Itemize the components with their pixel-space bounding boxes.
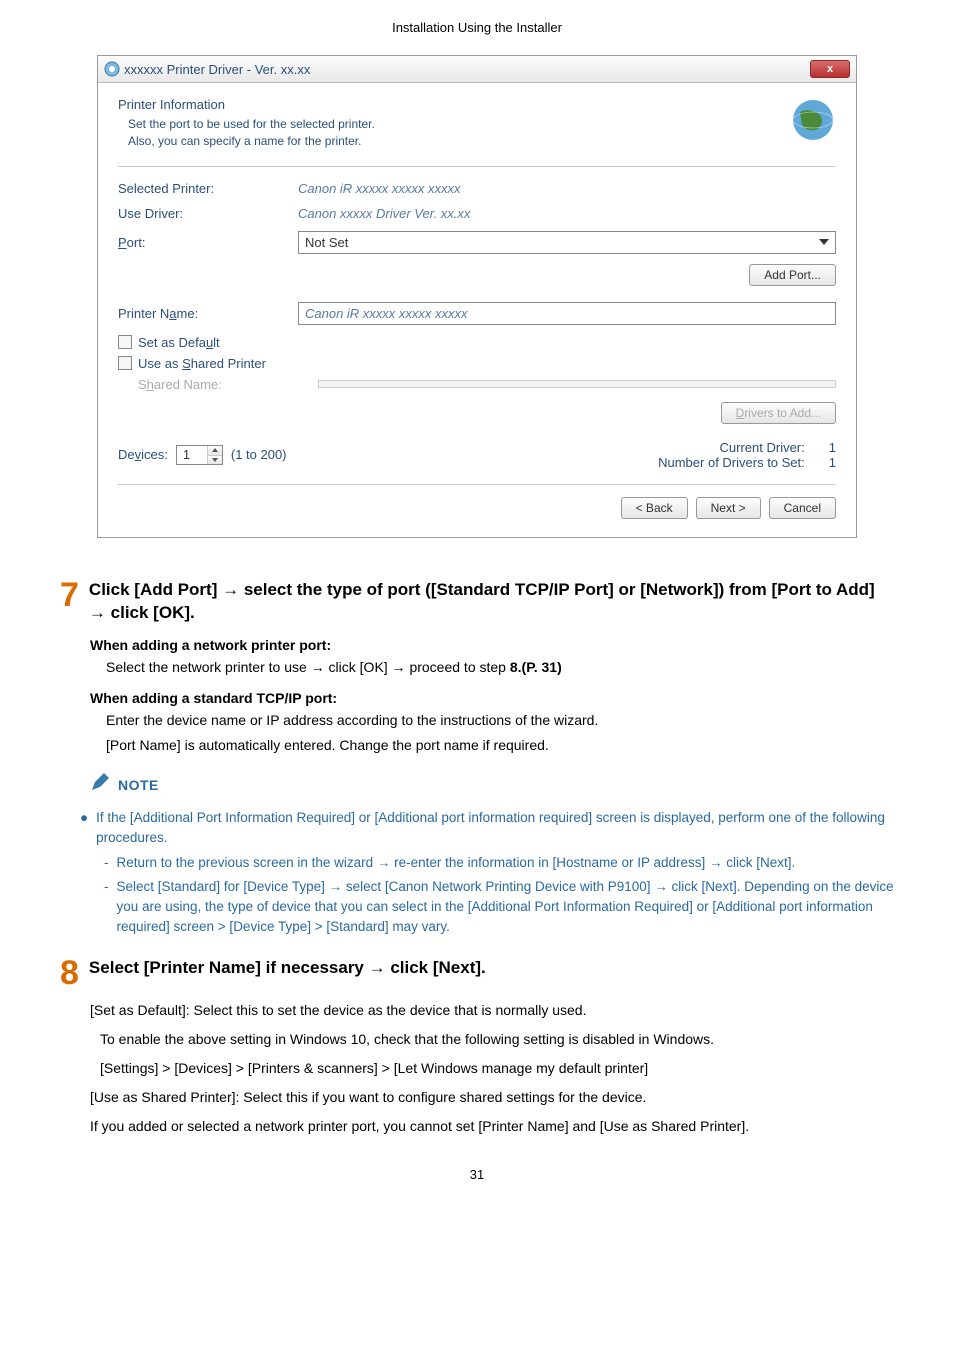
step8-p4: [Use as Shared Printer]: Select this if … [90,1087,894,1108]
step7-sub1-body: Select the network printer to use → clic… [106,657,894,678]
pencil-icon [90,772,110,798]
titlebar: xxxxxx Printer Driver - Ver. xx.xx x [98,56,856,83]
section-title: Printer Information [118,97,375,112]
devices-spinner[interactable]: 1 [176,445,223,465]
step7-sub2-body1: Enter the device name or IP address acco… [106,710,894,731]
note-dash-2: - Select [Standard] for [Device Type] → … [104,877,894,938]
section-subtitle: Set the port to be used for the selected… [128,116,375,150]
label-set-default: Set as Default [138,335,220,350]
value-use-driver: Canon xxxxx Driver Ver. xx.xx [298,206,836,221]
next-button[interactable]: Next > [696,497,761,519]
back-button[interactable]: < Back [621,497,688,519]
label-current-driver: Current Driver: [720,440,805,455]
printer-name-input[interactable]: Canon iR xxxxx xxxxx xxxxx [298,302,836,325]
drivers-to-add-button: Drivers to Add... [721,402,836,424]
globe-icon [790,97,836,143]
port-dropdown[interactable]: Not Set [298,231,836,254]
note-bullet-1: ● If the [Additional Port Information Re… [80,808,894,849]
label-shared-name: Shared Name: [138,377,318,392]
chevron-down-icon [819,239,829,245]
value-num-drivers: 1 [829,455,836,470]
step-8: 8 Select [Printer Name] if necessary → c… [60,956,894,990]
devices-range: (1 to 200) [231,447,287,462]
label-printer-name: Printer Name: [118,306,298,321]
add-port-button[interactable]: Add Port... [749,264,836,286]
label-devices: Devices: [118,447,168,462]
dialog-title: xxxxxx Printer Driver - Ver. xx.xx [124,62,310,77]
port-value: Not Set [305,235,348,250]
shared-printer-checkbox[interactable] [118,356,132,370]
label-port: Port: [118,235,298,250]
label-num-drivers: Number of Drivers to Set: [658,455,805,470]
printer-driver-dialog: xxxxxx Printer Driver - Ver. xx.xx x Pri… [97,55,857,538]
step-number-7: 7 [60,578,79,626]
label-selected-printer: Selected Printer: [118,181,298,196]
note-header: NOTE [90,772,894,798]
spinner-up[interactable] [208,446,222,455]
label-shared-printer: Use as Shared Printer [138,356,266,371]
step8-p5: If you added or selected a network print… [90,1116,894,1137]
spinner-down[interactable] [208,455,222,464]
label-use-driver: Use Driver: [118,206,298,221]
set-default-checkbox[interactable] [118,335,132,349]
step7-sub1-head: When adding a network printer port: [90,637,894,653]
value-current-driver: 1 [829,440,836,455]
step7-sub2-body2: [Port Name] is automatically entered. Ch… [106,735,894,756]
page-header: Installation Using the Installer [60,20,894,35]
close-button[interactable]: x [810,60,850,78]
step-8-title: Select [Printer Name] if necessary → cli… [89,956,486,990]
shared-name-input [318,380,836,388]
note-dash-1: - Return to the previous screen in the w… [104,853,894,873]
value-selected-printer: Canon iR xxxxx xxxxx xxxxx [298,181,836,196]
app-icon [104,61,120,77]
page-number: 31 [60,1167,894,1182]
cancel-button[interactable]: Cancel [769,497,836,519]
step8-p3: [Settings] > [Devices] > [Printers & sca… [100,1058,894,1079]
close-icon: x [827,63,833,75]
step8-p2: To enable the above setting in Windows 1… [100,1029,894,1050]
devices-value: 1 [183,447,207,462]
step-7-title: Click [Add Port] → select the type of po… [89,578,894,626]
step8-p1: [Set as Default]: Select this to set the… [90,1000,894,1021]
note-label: NOTE [118,777,159,793]
step-number-8: 8 [60,956,79,990]
step-7: 7 Click [Add Port] → select the type of … [60,578,894,626]
step7-sub2-head: When adding a standard TCP/IP port: [90,690,894,706]
